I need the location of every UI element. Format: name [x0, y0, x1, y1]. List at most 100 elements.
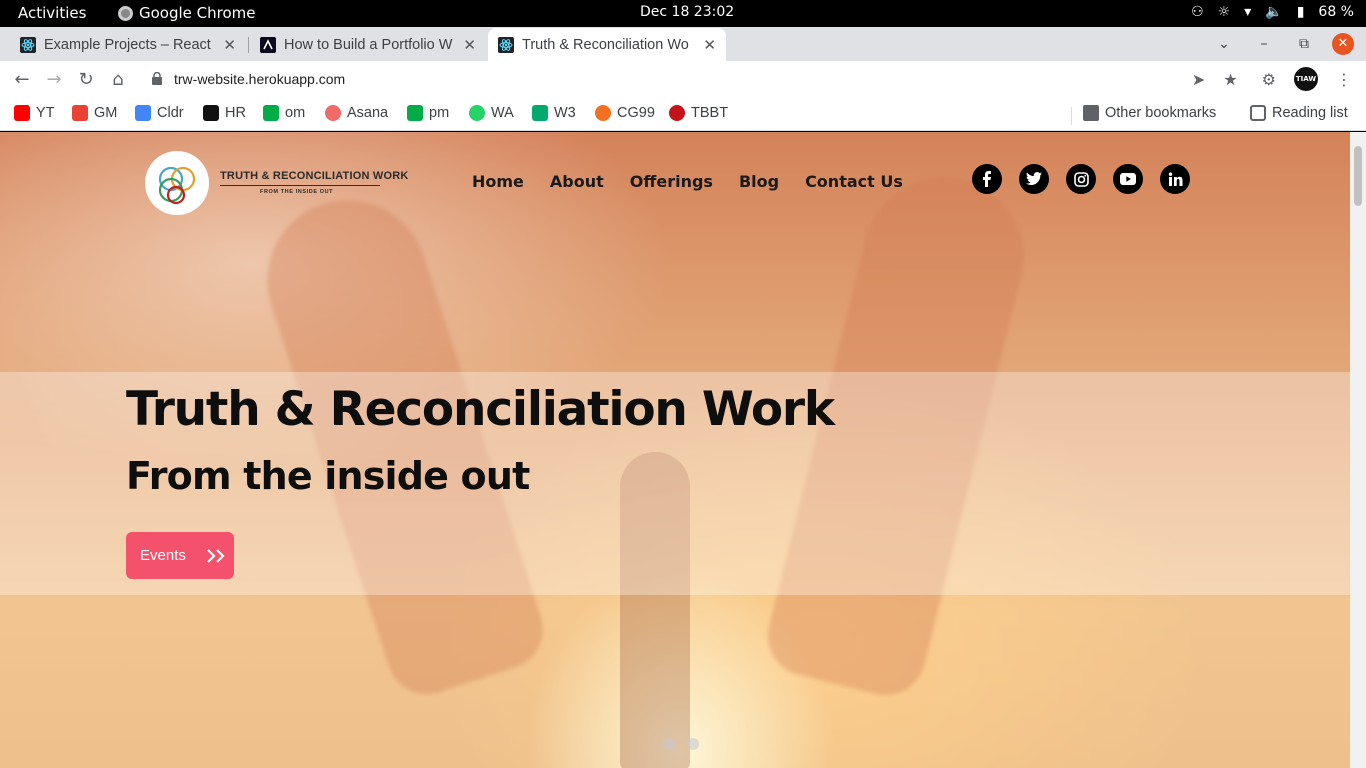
other-bookmarks[interactable]: Other bookmarks	[1083, 105, 1216, 121]
tab-title: Example Projects – React	[44, 36, 211, 53]
clock[interactable]: Dec 18 23:02	[640, 4, 734, 20]
bookmark-label: pm	[429, 105, 450, 121]
volume-icon[interactable]: 🔈	[1265, 4, 1282, 20]
whatsapp-icon	[469, 105, 485, 121]
twitter-icon[interactable]	[1019, 164, 1049, 194]
send-icon[interactable]: ➤	[1192, 70, 1205, 89]
youtube-icon	[14, 105, 30, 121]
nav-home[interactable]: Home	[472, 172, 524, 191]
reading-list-icon	[1250, 105, 1266, 121]
tab-truth-reconciliation[interactable]: Truth & Reconciliation Wo ✕	[488, 28, 726, 61]
nav-blog[interactable]: Blog	[739, 172, 779, 191]
bookmark-pm[interactable]: pm	[407, 105, 449, 121]
bookmark-label: YT	[36, 105, 55, 121]
close-tab-icon[interactable]: ✕	[703, 36, 716, 54]
bookmarks-divider	[1071, 107, 1072, 125]
bookmark-star-icon[interactable]: ★	[1223, 70, 1237, 89]
linkedin-icon[interactable]	[1160, 164, 1190, 194]
facebook-icon[interactable]	[972, 164, 1002, 194]
browser-toolbar: ← → ↻ ⌂ trw-website.herokuapp.com ➤ ★ ⚙ …	[0, 61, 1366, 99]
brightness-icon[interactable]: ☼	[1218, 4, 1231, 20]
events-button[interactable]: Events	[126, 532, 234, 579]
logo-tagline: FROM THE INSIDE OUT	[260, 189, 334, 195]
w3schools-icon	[532, 105, 548, 121]
reload-icon[interactable]: ↻	[74, 68, 98, 92]
bookmark-cldr[interactable]: Cldr	[135, 105, 184, 121]
bookmark-cg99[interactable]: CG99	[595, 105, 655, 121]
toolbar-actions: ➤ ★ ⚙ TIAW ⋮	[1192, 67, 1352, 91]
page-viewport: TRUTH & RECONCILIATION WORK FROM THE INS…	[0, 132, 1350, 768]
bookmark-w3[interactable]: W3	[532, 105, 576, 121]
folder-icon	[1083, 105, 1099, 121]
instagram-icon[interactable]	[1066, 164, 1096, 194]
extensions-icon[interactable]: ⚙	[1262, 70, 1276, 89]
close-window-icon[interactable]: ✕	[1332, 33, 1354, 55]
home-icon[interactable]: ⌂	[106, 68, 130, 92]
bookmark-label: WA	[491, 105, 514, 121]
forward-icon[interactable]: →	[42, 68, 66, 92]
bookmark-asana[interactable]: Asana	[325, 105, 388, 121]
system-top-bar: Activities Google Chrome Dec 18 23:02 ⚇ …	[0, 0, 1366, 27]
url-text[interactable]: trw-website.herokuapp.com	[174, 71, 345, 87]
back-icon[interactable]: ←	[10, 68, 34, 92]
nav-offerings[interactable]: Offerings	[630, 172, 713, 191]
tab-example-projects[interactable]: Example Projects – React ✕	[10, 28, 246, 61]
nav-about[interactable]: About	[550, 172, 604, 191]
nav-contact-us[interactable]: Contact Us	[805, 172, 903, 191]
bookmark-gm[interactable]: GM	[72, 105, 117, 121]
tab-title: Truth & Reconciliation Wo	[522, 36, 689, 53]
logo-rule	[220, 185, 380, 186]
wifi-icon[interactable]: ▾	[1244, 4, 1251, 20]
carousel-dot[interactable]	[687, 738, 699, 750]
profile-avatar[interactable]: TIAW	[1294, 67, 1318, 91]
close-tab-icon[interactable]: ✕	[223, 36, 236, 54]
reading-list[interactable]: Reading list	[1250, 105, 1348, 121]
rings-logo-icon	[158, 166, 196, 205]
battery-icon[interactable]: ▮	[1297, 4, 1305, 20]
youtube-icon[interactable]	[1113, 164, 1143, 194]
bookmark-label: W3	[554, 105, 576, 121]
tab-search-icon[interactable]: ⌄	[1204, 36, 1244, 52]
maximize-icon[interactable]: ⧉	[1284, 36, 1324, 52]
page-scrollbar[interactable]	[1350, 132, 1366, 768]
app-menu[interactable]: Google Chrome	[118, 4, 256, 22]
battery-percent: 68 %	[1318, 4, 1354, 20]
close-tab-icon[interactable]: ✕	[463, 36, 476, 54]
accessibility-icon[interactable]: ⚇	[1191, 4, 1204, 20]
events-button-label: Events	[140, 547, 186, 564]
bookmark-label: HR	[225, 105, 246, 121]
carousel-dot[interactable]	[663, 738, 675, 750]
bookmark-yt[interactable]: YT	[14, 105, 55, 121]
activities-button[interactable]: Activities	[18, 4, 86, 22]
bookmark-tbbt[interactable]: TBBT	[669, 105, 728, 121]
bookmark-om[interactable]: om	[263, 105, 305, 121]
gmail-icon	[72, 105, 88, 121]
asana-icon	[325, 105, 341, 121]
tab-strip: Example Projects – React ✕ How to Build …	[0, 27, 1366, 81]
main-nav: Home About Offerings Blog Contact Us	[472, 172, 903, 191]
app-name: Google Chrome	[139, 4, 256, 22]
codingame-icon	[595, 105, 611, 121]
bookmark-label: Asana	[347, 105, 389, 121]
other-bookmarks-label: Other bookmarks	[1105, 105, 1217, 121]
bookmark-hr[interactable]: HR	[203, 105, 246, 121]
lock-icon[interactable]	[152, 72, 162, 85]
double-chevron-right-icon	[207, 548, 225, 563]
scrollbar-thumb[interactable]	[1354, 146, 1362, 206]
bookmark-label: CG99	[617, 105, 655, 121]
meet-icon	[263, 105, 279, 121]
address-bar[interactable]: trw-website.herokuapp.com	[140, 65, 1260, 95]
tbbt-icon	[669, 105, 685, 121]
chrome-icon	[118, 5, 133, 21]
site-logo-text[interactable]: TRUTH & RECONCILIATION WORK FROM THE INS…	[220, 170, 409, 195]
hero-subtitle: From the inside out	[126, 454, 530, 498]
bookmark-wa[interactable]: WA	[469, 105, 514, 121]
minimize-icon[interactable]: –	[1244, 36, 1284, 52]
menu-icon[interactable]: ⋮	[1336, 70, 1352, 89]
react-icon	[20, 36, 36, 53]
tab-portfolio[interactable]: How to Build a Portfolio W ✕	[250, 28, 486, 61]
meet-icon	[407, 105, 423, 121]
system-tray[interactable]: ⚇ ☼ ▾ 🔈 ▮ 68 %	[1191, 4, 1354, 20]
site-logo[interactable]	[145, 151, 209, 215]
logo-title: TRUTH & RECONCILIATION WORK	[220, 170, 409, 182]
